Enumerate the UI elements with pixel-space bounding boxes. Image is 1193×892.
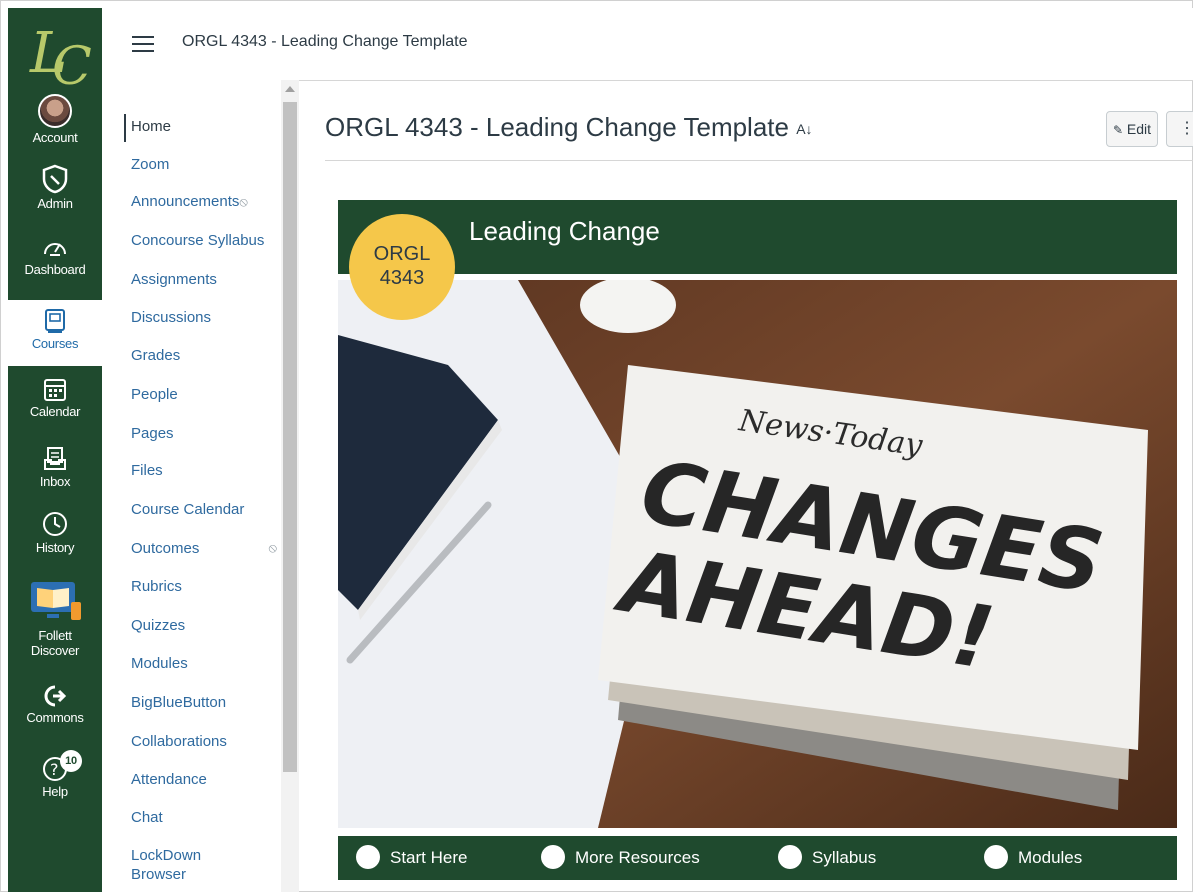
- speedometer-icon: [44, 243, 66, 256]
- modules-link[interactable]: Modules: [984, 836, 1082, 880]
- follett-book-icon: [31, 582, 81, 620]
- global-nav-account[interactable]: Account: [8, 94, 102, 145]
- course-nav-scrollbar[interactable]: [281, 80, 299, 892]
- lc-logo[interactable]: L C: [8, 12, 102, 97]
- course-nav-course-calendar[interactable]: Course Calendar: [131, 501, 244, 518]
- scrollbar-thumb[interactable]: [283, 102, 297, 772]
- course-nav-attendance[interactable]: Attendance: [131, 771, 207, 788]
- course-code-circle: ORGL 4343: [349, 214, 455, 320]
- shield-icon: [42, 164, 68, 194]
- global-nav-follett-discover[interactable]: Follett Discover: [8, 576, 102, 658]
- active-indicator: [124, 114, 126, 142]
- page-title: ORGL 4343 - Leading Change Template A↓: [325, 112, 813, 142]
- course-nav-zoom[interactable]: Zoom: [131, 156, 169, 173]
- course-nav-bigbluebutton[interactable]: BigBlueButton: [131, 694, 226, 711]
- top-bar: ORGL 4343 - Leading Change Template: [102, 8, 1193, 81]
- course-link-bar: Start Here More Resources Syllabus Modul…: [338, 836, 1177, 880]
- title-divider: [325, 160, 1193, 161]
- course-nav-pages[interactable]: Pages: [131, 425, 174, 442]
- arrow-curve-icon: [356, 844, 380, 869]
- hero-image-changes-ahead: News·Today CHANGES AHEAD!: [338, 280, 1177, 828]
- start-here-link[interactable]: Start Here: [356, 836, 467, 880]
- calendar-icon: [44, 379, 66, 401]
- syllabus-link[interactable]: Syllabus: [778, 836, 876, 880]
- help-notification-badge: 10: [60, 750, 82, 772]
- breadcrumb[interactable]: ORGL 4343 - Leading Change Template: [182, 33, 468, 51]
- hidden-eye-icon: ⦸: [268, 540, 277, 555]
- hamburger-menu-icon[interactable]: [132, 36, 154, 52]
- course-nav-quizzes[interactable]: Quizzes: [131, 617, 185, 634]
- course-nav-people[interactable]: People: [131, 386, 178, 403]
- global-nav-dashboard[interactable]: Dashboard: [8, 234, 102, 277]
- course-nav-chat[interactable]: Chat: [131, 809, 163, 826]
- clock-icon: [43, 512, 67, 536]
- immersive-reader-icon[interactable]: A↓: [796, 121, 812, 137]
- course-nav-concourse-syllabus[interactable]: Concourse Syllabus: [131, 232, 264, 249]
- course-nav-announcements[interactable]: Announcements⦸: [131, 193, 248, 210]
- book-icon: [45, 309, 65, 333]
- global-nav-commons[interactable]: Commons: [8, 684, 102, 725]
- svg-text:C: C: [52, 37, 92, 92]
- course-nav-modules[interactable]: Modules: [131, 655, 188, 672]
- course-nav-files[interactable]: Files: [131, 462, 163, 479]
- global-navigation: L C Account Admin Dashboard Courses Cale…: [8, 8, 102, 892]
- document-icon: [778, 844, 802, 869]
- svg-text:?: ?: [50, 760, 58, 779]
- more-resources-link[interactable]: More Resources: [541, 836, 700, 880]
- course-nav-outcomes[interactable]: Outcomes ⦸: [131, 540, 277, 557]
- commons-arrow-icon: [44, 685, 67, 707]
- banner-title: Leading Change: [469, 216, 660, 246]
- course-nav-assignments[interactable]: Assignments: [131, 271, 217, 288]
- plus-icon: [541, 844, 565, 869]
- more-options-button[interactable]: ⋮: [1166, 111, 1193, 147]
- browser-frame: L C Account Admin Dashboard Courses Cale…: [0, 0, 1193, 892]
- global-nav-inbox[interactable]: Inbox: [8, 446, 102, 489]
- global-nav-courses[interactable]: Courses: [8, 300, 102, 366]
- course-nav-rubrics[interactable]: Rubrics: [131, 578, 182, 595]
- course-nav-lockdown-browser[interactable]: LockDown Browser: [131, 846, 201, 884]
- global-nav-help[interactable]: ? 10 Help: [8, 750, 102, 799]
- pencil-icon: ✎: [1112, 123, 1124, 137]
- global-nav-history[interactable]: History: [8, 510, 102, 555]
- avatar: [38, 94, 72, 128]
- course-nav-discussions[interactable]: Discussions: [131, 309, 211, 326]
- global-nav-admin[interactable]: Admin: [8, 164, 102, 211]
- inbox-icon: [44, 447, 66, 470]
- course-nav-collaborations[interactable]: Collaborations: [131, 733, 227, 750]
- edit-button[interactable]: ✎ Edit: [1106, 111, 1158, 147]
- course-banner: Leading Change: [338, 200, 1177, 274]
- hidden-eye-icon: ⦸: [239, 194, 248, 209]
- modules-icon: [984, 844, 1008, 869]
- course-navigation: Home Zoom Announcements⦸ Concourse Sylla…: [102, 80, 282, 892]
- course-nav-grades[interactable]: Grades: [131, 347, 180, 364]
- global-nav-calendar[interactable]: Calendar: [8, 376, 102, 419]
- course-nav-home[interactable]: Home: [131, 118, 171, 135]
- scroll-up-arrow-icon[interactable]: [285, 86, 295, 92]
